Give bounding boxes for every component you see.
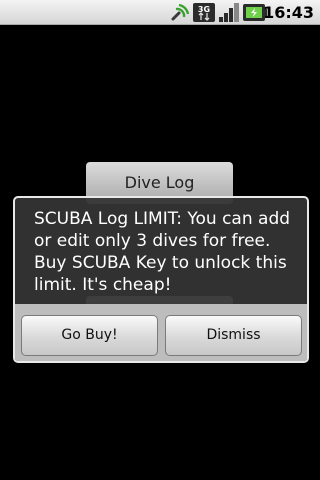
go-buy-button[interactable]: Go Buy! (21, 315, 158, 356)
dismiss-button[interactable]: Dismiss (165, 315, 302, 356)
status-bar: 3G 16:43 (0, 0, 320, 25)
3g-data-icon: 3G (193, 3, 215, 22)
dialog-button-bar: Go Buy! Dismiss (15, 304, 307, 361)
svg-text:3G: 3G (198, 5, 210, 14)
status-clock: 16:43 (263, 3, 314, 22)
sync-icon (171, 3, 190, 21)
dialog-message: SCUBA Log LIMIT: You can add or edit onl… (34, 209, 291, 295)
signal-icon (219, 3, 239, 22)
limit-dialog: SCUBA Log LIMIT: You can add or edit onl… (13, 196, 309, 363)
